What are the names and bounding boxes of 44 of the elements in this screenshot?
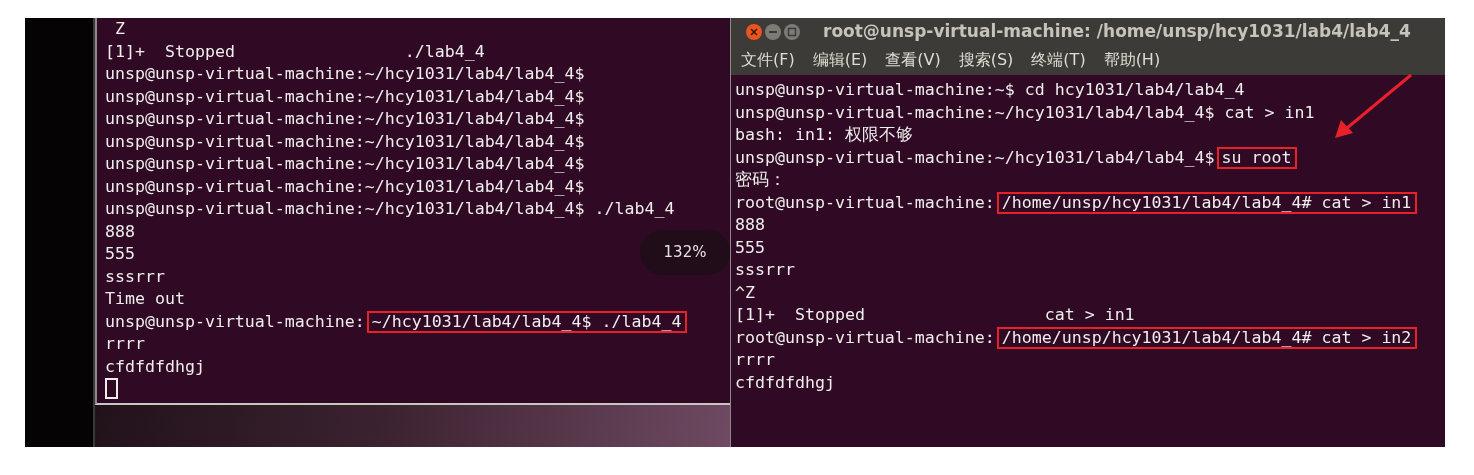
menu-item[interactable]: 帮助(H) bbox=[1103, 48, 1161, 72]
window-controls-icon[interactable] bbox=[745, 21, 803, 42]
terminal-text: 密码： bbox=[735, 170, 786, 189]
terminal-text: unsp@unsp-virtual-machine:~/hcy1031/lab4/lab4_4$ bbox=[105, 154, 585, 173]
terminal-text: 888 bbox=[735, 215, 765, 234]
zoom-indicator: 132% bbox=[640, 230, 730, 275]
terminal-text: unsp@unsp-virtual-machine:~/hcy1031/lab4/lab4_4$ ./lab4_4 bbox=[105, 199, 675, 218]
menu-item[interactable]: 文件(F) bbox=[741, 48, 795, 72]
terminal-text: unsp@unsp-virtual-machine:~/hcy1031/lab4/lab4_4$ cat > in1 bbox=[735, 102, 1315, 122]
terminal-text: unsp@unsp-virtual-machine:~/hcy1031/lab4/lab4_4$ bbox=[105, 176, 585, 196]
menu-item[interactable]: 查看(V) bbox=[885, 48, 941, 72]
terminal-text: 555 bbox=[735, 237, 765, 257]
terminal-text: sssrrr bbox=[735, 260, 795, 279]
terminal-text: cfdfdfdhgj bbox=[735, 372, 835, 392]
terminal-text: unsp@unsp-virtual-machine:~/hcy1031/lab4/lab4_4$ bbox=[105, 86, 585, 106]
menu-item[interactable]: 终端(T) bbox=[1031, 48, 1086, 72]
terminal-text: [1]+ Stopped cat > in1 bbox=[735, 305, 1135, 324]
terminal-text: unsp@unsp-virtual-machine:~/hcy1031/lab4/lab4_4$ bbox=[105, 131, 585, 151]
terminal-text: 888 bbox=[105, 221, 135, 241]
terminal-text: unsp@unsp-virtual-machine:~/hcy1031/lab4/lab4_4$ bbox=[105, 64, 585, 83]
terminal-text: rrrr bbox=[105, 334, 145, 353]
terminal-text: Time out bbox=[105, 289, 185, 308]
terminal-text: rrrr bbox=[735, 350, 775, 369]
terminal-text: sssrrr bbox=[105, 266, 165, 286]
terminal-text: Z bbox=[114, 19, 125, 38]
menu-item[interactable]: 搜索(S) bbox=[958, 48, 1014, 72]
cursor-icon bbox=[105, 378, 118, 399]
terminal-text: root@unsp-virtual-machine: bbox=[735, 192, 995, 212]
highlighted-text: su root bbox=[1216, 146, 1298, 169]
highlighted-text: /home/unsp/hcy1031/lab4/lab4_4# cat > in1 bbox=[996, 191, 1418, 214]
terminal-text: unsp@unsp-virtual-machine:~/hcy1031/lab4/lab4_4$ bbox=[735, 147, 1215, 167]
terminal-text: unsp@unsp-virtual-machine: bbox=[105, 311, 365, 331]
terminal-text: unsp@unsp-virtual-machine:~/hcy1031/lab4/lab4_4$ bbox=[105, 109, 585, 128]
terminal-text: [1]+ Stopped ./lab4_4 bbox=[105, 41, 485, 61]
highlighted-text: ~/hcy1031/lab4/lab4_4$ ./lab4_4 bbox=[366, 310, 688, 333]
window-title: root@unsp-virtual-machine: /home/unsp/hcy1031/lab4/lab4_4 bbox=[823, 19, 1411, 43]
terminal-text: unsp@unsp-virtual-machine:~$ cd hcy1031/lab4/lab4_4 bbox=[735, 80, 1245, 99]
menu-item[interactable]: 编辑(E) bbox=[812, 48, 868, 72]
terminal-text: cfdfdfdhgj bbox=[105, 356, 205, 376]
highlighted-text: /home/unsp/hcy1031/lab4/lab4_4# cat > in2 bbox=[996, 326, 1418, 349]
terminal-text: root@unsp-virtual-machine: bbox=[735, 327, 995, 347]
terminal-text: ^Z bbox=[735, 282, 755, 302]
terminal-text: 555 bbox=[105, 244, 135, 263]
terminal-text: bash: in1: 权限不够 bbox=[735, 125, 913, 144]
